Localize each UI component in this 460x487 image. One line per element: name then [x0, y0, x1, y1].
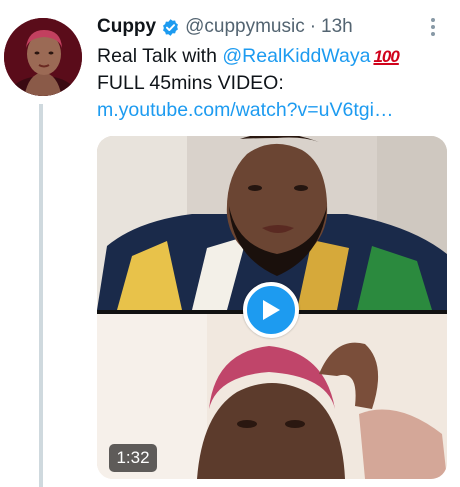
verified-badge-icon	[161, 18, 180, 37]
tweet-text-intro: Real Talk with	[97, 45, 223, 67]
play-icon	[263, 300, 280, 320]
hundred-points-emoji-icon: 100	[373, 47, 399, 66]
handle[interactable]: @cuppymusic	[185, 15, 305, 39]
tweet-line-2: FULL 45mins VIDEO:	[97, 72, 284, 94]
tweet-header: Cuppy @cuppymusic · 13h	[97, 14, 353, 40]
tweet[interactable]: Cuppy @cuppymusic · 13h Real Talk with @…	[0, 0, 460, 487]
youtube-link[interactable]: m.youtube.com/watch?v=uV6tgi…	[97, 99, 393, 121]
avatar[interactable]	[4, 18, 82, 96]
thread-line	[39, 104, 43, 487]
timestamp[interactable]: 13h	[321, 15, 353, 39]
mention-link[interactable]: @RealKiddWaya	[222, 45, 370, 67]
display-name[interactable]: Cuppy	[97, 15, 156, 39]
avatar-image	[4, 18, 82, 96]
separator-dot: ·	[309, 16, 317, 37]
more-vertical-icon[interactable]	[424, 14, 442, 40]
tweet-line-1: Real Talk with @RealKiddWaya 100	[97, 43, 447, 70]
tweet-text: Real Talk with @RealKiddWaya 100 FULL 45m…	[97, 43, 447, 124]
video-duration-badge: 1:32	[109, 444, 157, 472]
video-media[interactable]: 1:32	[97, 136, 447, 479]
tweet-line-3: m.youtube.com/watch?v=uV6tgi…	[97, 97, 447, 124]
play-button[interactable]	[243, 282, 299, 338]
